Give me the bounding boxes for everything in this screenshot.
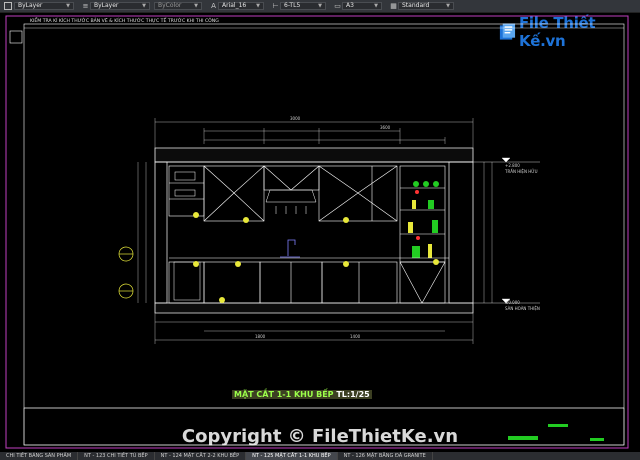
cad-drawing-canvas[interactable] bbox=[0, 13, 640, 453]
chevron-down-icon: ▼ bbox=[66, 3, 70, 9]
layer-group: ByLayer ▼ bbox=[4, 1, 74, 11]
text-style-dropdown[interactable]: Arial_16 ▼ bbox=[218, 2, 264, 10]
linetype-group: ≡ ByLayer ▼ bbox=[78, 1, 150, 11]
top-dim-2: 3600 bbox=[380, 125, 391, 130]
copyright-watermark: Copyright © FileThietKe.vn bbox=[181, 426, 459, 447]
table-style-dropdown-value: Standard bbox=[402, 2, 430, 9]
tab-layout-2[interactable]: NT - 123 CHI TIẾT TỦ BẾP bbox=[78, 452, 155, 460]
chevron-down-icon: ▼ bbox=[194, 3, 198, 9]
color-group: ByColor ▼ bbox=[154, 1, 202, 11]
ceiling-slab bbox=[154, 147, 474, 163]
floor-level: ±0.000 bbox=[505, 300, 520, 305]
tab-layout-4[interactable]: NT - 125 MẶT CẮT 1-1 KHU BẾP bbox=[246, 452, 338, 460]
paper-group: ▭ A3 ▼ bbox=[330, 1, 382, 11]
level-markers bbox=[473, 157, 540, 304]
page-icon[interactable]: ▭ bbox=[333, 2, 342, 11]
floor-slab bbox=[154, 302, 474, 314]
dim-style-dropdown[interactable]: 6-TL5 ▼ bbox=[280, 2, 326, 10]
floor-label: SÀN HOÀN THIỆN bbox=[505, 306, 540, 311]
viewport-corner-marker bbox=[9, 30, 23, 44]
layout-tabs: CHI TIẾT BẢNG SẢN PHẨM NT - 123 CHI TIẾT… bbox=[0, 452, 640, 460]
paper-dropdown-value: A3 bbox=[346, 2, 354, 9]
ceiling-level: +2.800 bbox=[505, 163, 520, 168]
linetype-icon: ≡ bbox=[82, 2, 89, 10]
plotstyle-dropdown-value: ByColor bbox=[158, 2, 182, 9]
text-style-group: A Arial_16 ▼ bbox=[206, 1, 264, 11]
properties-toolbar: ByLayer ▼ ≡ ByLayer ▼ ByColor ▼ A Arial_16 ▼… bbox=[0, 0, 640, 13]
tab-layout-3[interactable]: NT - 124 MẶT CẮT 2-2 KHU BẾP bbox=[155, 452, 247, 460]
section-title-scale: TL:1/25 bbox=[336, 390, 370, 399]
base-cabinets bbox=[168, 257, 449, 304]
top-dim-1: 3000 bbox=[290, 116, 301, 121]
left-wall bbox=[154, 161, 168, 304]
chevron-down-icon: ▼ bbox=[374, 3, 378, 9]
oven-appliance bbox=[173, 171, 201, 301]
layer-dropdown[interactable]: ByLayer ▼ bbox=[14, 2, 74, 10]
section-title: MẶT CẮT 1-1 KHU BẾP TL:1/25 bbox=[232, 390, 372, 399]
text-style-icon[interactable]: A bbox=[209, 2, 218, 11]
layer-color-swatch[interactable] bbox=[4, 2, 12, 10]
sheet-border bbox=[5, 15, 629, 449]
linetype-dropdown[interactable]: ByLayer ▼ bbox=[90, 2, 150, 10]
layer-dropdown-value: ByLayer bbox=[18, 2, 43, 9]
tab-layout-5[interactable]: NT - 126 MẶT BẰNG ĐÁ GRANITE bbox=[338, 452, 433, 460]
dim-style-group: ⊢ 6-TL5 ▼ bbox=[268, 1, 326, 11]
table-style-icon[interactable]: ▦ bbox=[389, 2, 398, 11]
bottom-dim-1: 1800 bbox=[255, 334, 266, 339]
paper-dropdown[interactable]: A3 ▼ bbox=[342, 2, 382, 10]
chevron-down-icon: ▼ bbox=[256, 3, 260, 9]
sheet-inner-border bbox=[23, 23, 625, 446]
dim-style-dropdown-value: 6-TL5 bbox=[284, 2, 301, 9]
header-note: KIỂM TRA KÍ KÍCH THƯỚC BẢN VẼ & KÍCH THƯ… bbox=[30, 19, 219, 24]
chevron-down-icon: ▼ bbox=[318, 3, 322, 9]
text-style-dropdown-value: Arial_16 bbox=[222, 2, 247, 9]
upper-cabinets bbox=[168, 165, 398, 222]
shelf-decor bbox=[408, 181, 439, 258]
plotstyle-dropdown[interactable]: ByColor ▼ bbox=[154, 2, 202, 10]
ceiling-label: TRẦN HIỆN HỮU bbox=[505, 169, 538, 174]
range-hood bbox=[265, 189, 317, 214]
chevron-down-icon: ▼ bbox=[446, 3, 450, 9]
dimension-style-icon[interactable]: ⊢ bbox=[271, 2, 280, 11]
table-style-group: ▦ Standard ▼ bbox=[386, 1, 454, 11]
open-shelves bbox=[399, 165, 446, 263]
reference-markers bbox=[193, 190, 439, 303]
kitchen-section bbox=[154, 147, 474, 314]
section-bubbles bbox=[118, 246, 134, 299]
faucet bbox=[280, 239, 300, 258]
section-title-main: MẶT CẮT 1-1 KHU BẾP bbox=[234, 390, 334, 399]
tab-layout-1[interactable]: CHI TIẾT BẢNG SẢN PHẨM bbox=[0, 452, 79, 460]
linetype-dropdown-value: ByLayer bbox=[94, 2, 119, 9]
table-style-dropdown[interactable]: Standard ▼ bbox=[398, 2, 454, 10]
bottom-dim-2: 1400 bbox=[350, 334, 361, 339]
right-wall bbox=[448, 161, 474, 304]
chevron-down-icon: ▼ bbox=[142, 3, 146, 9]
